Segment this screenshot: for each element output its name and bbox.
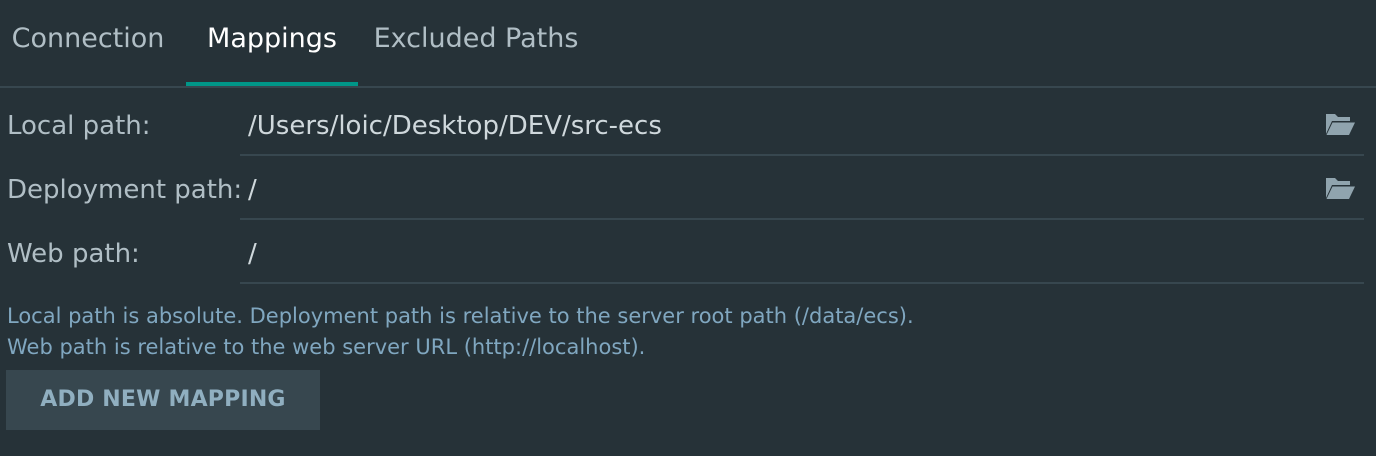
deployment-path-row: Deployment path: [0, 158, 1376, 222]
tab-connection[interactable]: Connection [0, 0, 176, 86]
help-text-line-1: Local path is absolute. Deployment path … [7, 304, 914, 328]
web-path-row: Web path: [0, 222, 1376, 286]
local-path-label: Local path: [7, 111, 151, 141]
deployment-path-input[interactable] [248, 162, 1308, 218]
help-text-line-2: Web path is relative to the web server U… [7, 335, 646, 359]
deployment-path-field-wrapper [240, 162, 1364, 220]
web-path-input[interactable] [248, 226, 1308, 282]
tab-bar: Connection Mappings Excluded Paths [0, 0, 1376, 88]
deployment-path-browse-button[interactable] [1324, 172, 1356, 204]
deployment-path-label: Deployment path: [7, 175, 243, 205]
tab-mappings-label: Mappings [207, 23, 337, 54]
tab-excluded-paths[interactable]: Excluded Paths [370, 0, 582, 86]
web-path-label: Web path: [7, 239, 140, 269]
local-path-field-wrapper [240, 98, 1364, 156]
active-tab-indicator [186, 82, 358, 86]
web-path-field-wrapper [240, 226, 1364, 284]
folder-open-icon [1326, 178, 1355, 199]
local-path-browse-button[interactable] [1324, 108, 1356, 140]
local-path-row: Local path: [0, 94, 1376, 158]
folder-open-icon [1326, 114, 1355, 135]
local-path-input[interactable] [248, 98, 1308, 154]
tab-mappings[interactable]: Mappings [186, 0, 358, 86]
deployment-settings-panel: Connection Mappings Excluded Paths Local… [0, 0, 1376, 456]
add-new-mapping-button[interactable]: ADD NEW MAPPING [6, 370, 320, 430]
tab-excluded-paths-label: Excluded Paths [373, 23, 579, 54]
tab-connection-label: Connection [11, 23, 165, 54]
